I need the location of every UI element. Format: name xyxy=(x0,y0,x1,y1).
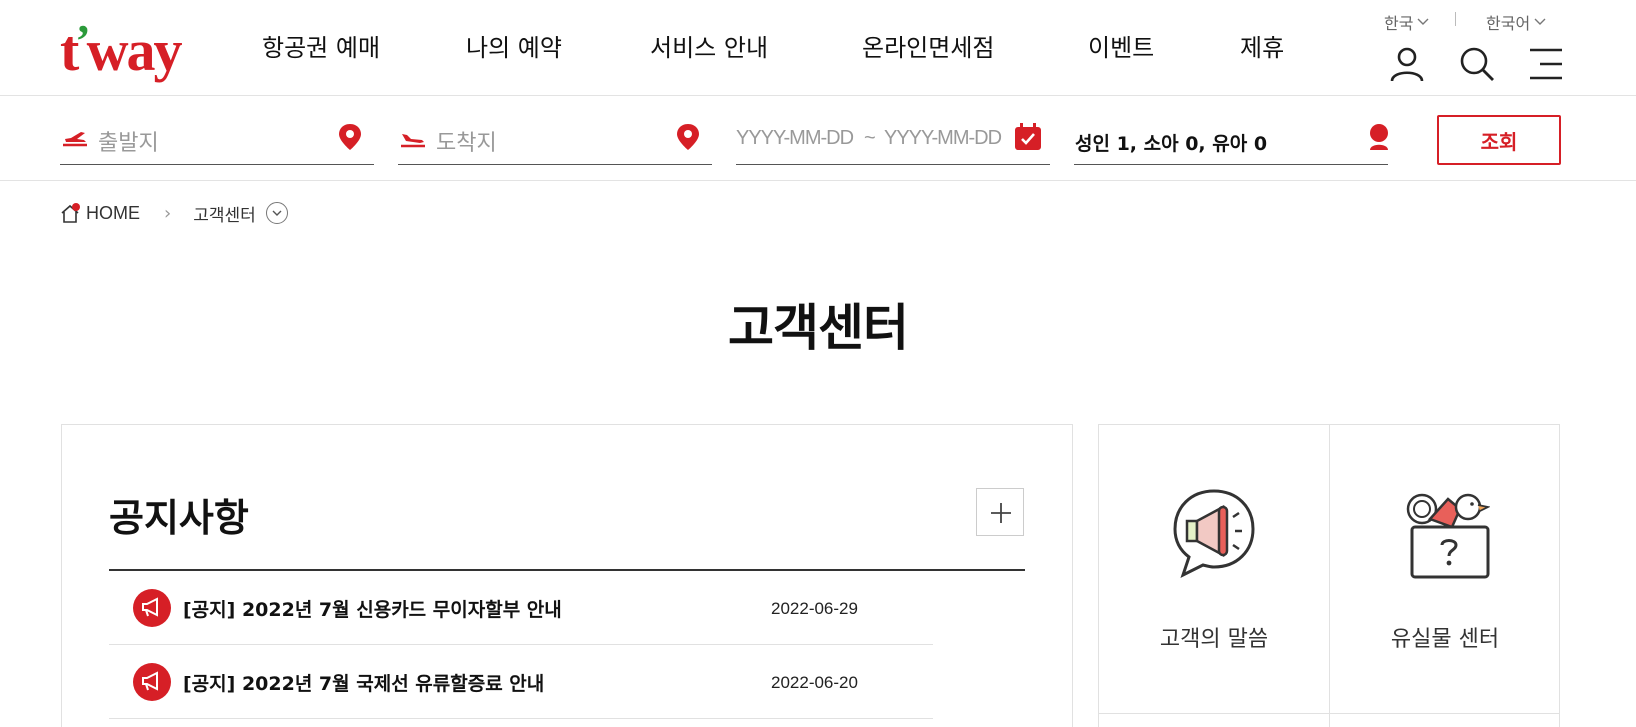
quick-menu-divider xyxy=(1329,425,1330,727)
notice-title: 공지사항 xyxy=(109,496,249,540)
date-start-placeholder: YYYY-MM-DD xyxy=(736,127,854,149)
breadcrumb-current-label: 고객센터 xyxy=(193,205,256,226)
flight-search-bar: 출발지 도착지 YYYY-MM-DD ~ YYYY-MM-DD 성인 1, 소아… xyxy=(0,97,1636,181)
notice-item-title: [공지] 2022년 7월 신용카드 무이자할부 안내 xyxy=(183,599,562,621)
passenger-icon xyxy=(1370,124,1388,150)
takeoff-icon xyxy=(63,132,87,147)
quick-menu-label: 유실물 센터 xyxy=(1390,627,1500,652)
language-label: 한국어 xyxy=(1486,14,1531,33)
logo-way: way xyxy=(86,18,183,83)
nav-item-services[interactable]: 서비스 안내 xyxy=(650,28,768,68)
date-end-placeholder: YYYY-MM-DD xyxy=(884,127,1002,149)
notice-item-title: [공지] 2022년 7월 국제선 유류할증료 안내 xyxy=(183,673,545,695)
travel-date-field[interactable]: YYYY-MM-DD ~ YYYY-MM-DD xyxy=(736,115,1050,165)
date-separator: ~ xyxy=(864,127,876,149)
customer-quick-menu: 고객의 말씀 유실물 센터 xyxy=(1098,424,1560,727)
megaphone-icon xyxy=(133,663,171,701)
chevron-down-icon xyxy=(1417,18,1429,25)
megaphone-icon xyxy=(133,589,171,627)
quick-menu-customer-voice[interactable]: 고객의 말씀 xyxy=(1099,425,1329,713)
nav-item-events[interactable]: 이벤트 xyxy=(1088,28,1154,68)
nav-item-booking[interactable]: 항공권 예매 xyxy=(262,28,380,68)
passenger-field[interactable]: 성인 1, 소아 0, 유아 0 xyxy=(1074,115,1388,165)
breadcrumb-current[interactable]: 고객센터 xyxy=(193,201,288,226)
megaphone-speech-icon xyxy=(1173,489,1255,578)
menu-icon[interactable] xyxy=(1526,44,1566,84)
quick-menu-lost-found[interactable]: 유실물 센터 xyxy=(1330,425,1560,713)
notice-item-date: 2022-06-20 xyxy=(771,673,858,692)
breadcrumb-home-label: HOME xyxy=(86,202,140,223)
passenger-summary: 성인 1, 소아 0, 유아 0 xyxy=(1075,133,1268,155)
nav-item-my-reservation[interactable]: 나의 예약 xyxy=(466,28,562,68)
location-pin-icon xyxy=(339,124,361,150)
lost-and-found-box-icon xyxy=(1406,493,1490,579)
chevron-down-icon xyxy=(265,202,288,224)
country-select[interactable]: 한국 xyxy=(1384,10,1429,34)
departure-placeholder: 출발지 xyxy=(98,131,159,156)
notice-list-item[interactable]: [공지] 2022년 7월 신용카드 무이자할부 안내 2022-06-29 xyxy=(109,571,933,645)
landing-icon xyxy=(401,134,425,148)
language-select[interactable]: 한국어 xyxy=(1486,10,1546,34)
logo-apostrophe: ’ xyxy=(75,15,90,66)
notice-panel: 공지사항 [공지] 2022년 7월 신용카드 무이자할부 안내 2022-06… xyxy=(61,424,1073,727)
user-icon[interactable] xyxy=(1387,44,1427,84)
quick-menu-label: 고객의 말씀 xyxy=(1159,627,1269,652)
notice-more-button[interactable] xyxy=(976,488,1024,536)
departure-field[interactable]: 출발지 xyxy=(60,115,374,165)
chevron-down-icon xyxy=(1534,18,1546,25)
arrival-field[interactable]: 도착지 xyxy=(398,115,712,165)
breadcrumb-separator-icon: › xyxy=(164,202,172,224)
site-header: t ’ way 항공권 예매 나의 예약 서비스 안내 온라인면세점 이벤트 제… xyxy=(0,0,1636,96)
page-title: 고객센터 xyxy=(728,299,909,357)
breadcrumb-home[interactable]: HOME xyxy=(60,203,140,224)
home-icon xyxy=(61,203,80,223)
nav-item-duty-free[interactable]: 온라인면세점 xyxy=(862,28,994,68)
plus-icon xyxy=(991,503,1011,523)
utility-divider xyxy=(1455,12,1456,26)
breadcrumb: HOME › 고객센터 xyxy=(60,200,288,226)
notice-list-item[interactable]: [공지] 2022년 7월 국제선 유류할증료 안내 2022-06-20 xyxy=(109,645,933,719)
nav-item-partners[interactable]: 제휴 xyxy=(1240,28,1284,68)
search-submit-button[interactable]: 조회 xyxy=(1437,115,1561,165)
quick-menu-divider xyxy=(1099,713,1559,714)
location-pin-icon xyxy=(677,124,699,150)
arrival-placeholder: 도착지 xyxy=(436,131,497,156)
calendar-icon xyxy=(1015,123,1041,150)
tway-logo[interactable]: t ’ way xyxy=(60,15,183,83)
country-label: 한국 xyxy=(1384,14,1414,33)
search-icon[interactable] xyxy=(1457,44,1497,84)
notice-item-date: 2022-06-29 xyxy=(771,599,858,618)
